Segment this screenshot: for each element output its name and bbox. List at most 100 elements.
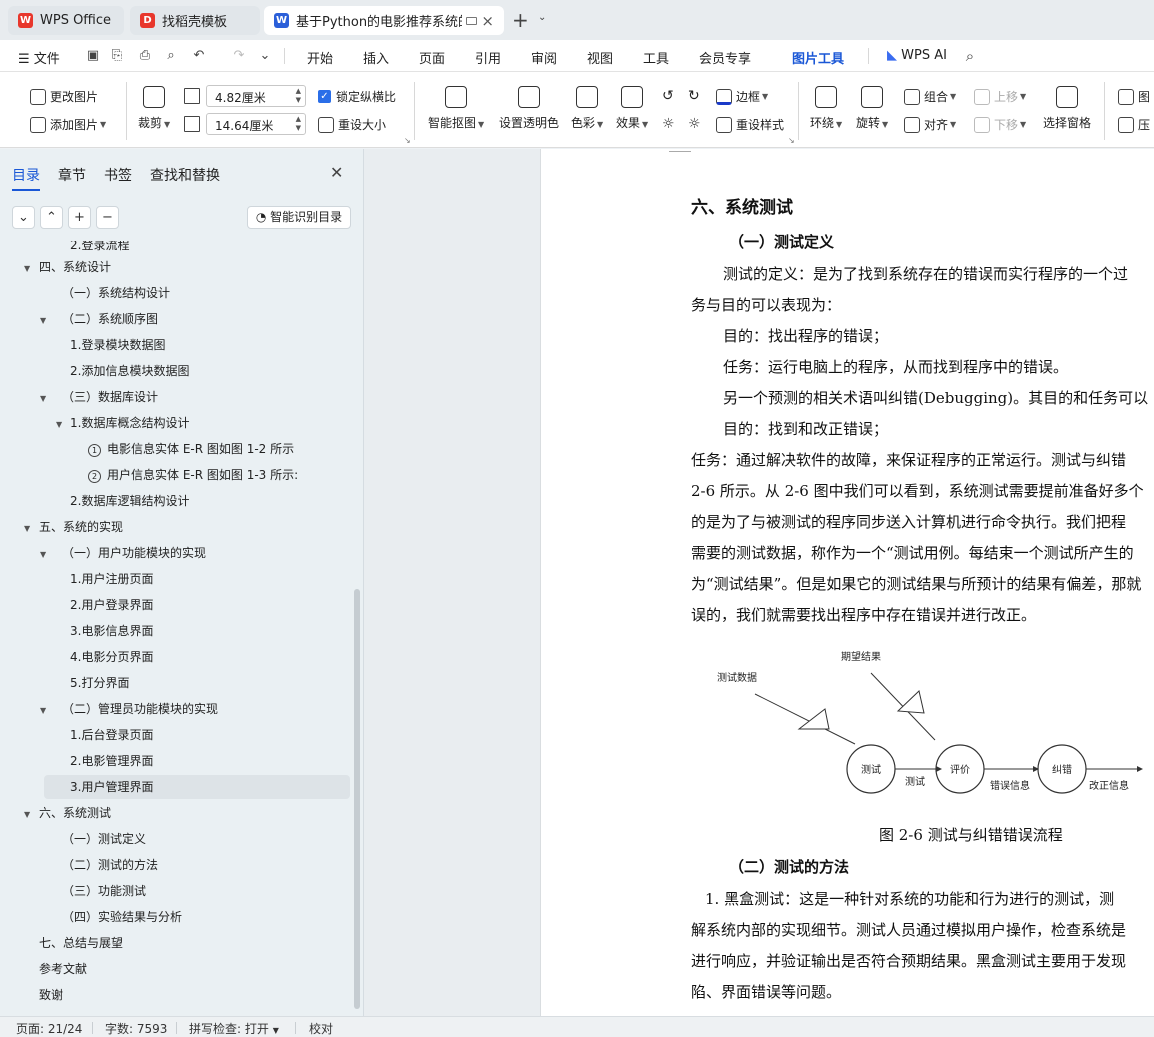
- crop-button[interactable]: 裁剪 ▼: [138, 86, 170, 131]
- print-preview-icon[interactable]: ⌕: [164, 49, 178, 63]
- move-down-button[interactable]: 下移 ▼: [974, 116, 1026, 133]
- compress-button[interactable]: 压: [1118, 116, 1150, 133]
- toc-scrollbar[interactable]: [354, 589, 360, 1009]
- toc-item[interactable]: 1.登录模块数据图: [70, 333, 165, 357]
- menu-review[interactable]: 审阅: [531, 48, 557, 67]
- rotate-button[interactable]: 旋转 ▼: [856, 86, 888, 131]
- toc-item[interactable]: ▼ 四、系统设计: [24, 255, 111, 279]
- word-count[interactable]: 字数: 7593: [105, 1020, 167, 1037]
- lock-ratio-checkbox[interactable]: ✓ 锁定纵横比: [318, 88, 396, 105]
- brightness-down-icon[interactable]: ☼: [688, 116, 701, 132]
- expand-corner-icon[interactable]: ↘: [404, 136, 411, 145]
- expand-triangle-icon[interactable]: ▼: [40, 387, 52, 411]
- picture-more-button[interactable]: 图: [1118, 88, 1150, 105]
- set-transparent-button[interactable]: 设置透明色: [499, 86, 559, 131]
- effect-button[interactable]: 效果 ▼: [616, 86, 648, 131]
- page-indicator[interactable]: 页面: 21/24: [16, 1020, 82, 1037]
- proofread-button[interactable]: 校对: [309, 1020, 333, 1037]
- tab-document[interactable]: W 基于Python的电影推荐系统的 ×: [264, 6, 504, 35]
- toc-item[interactable]: （四）实验结果与分析: [62, 905, 182, 929]
- smart-cutout-button[interactable]: 智能抠图 ▼: [428, 86, 484, 131]
- undo-icon[interactable]: ↶: [192, 49, 206, 63]
- toc-item[interactable]: （一）测试定义: [62, 827, 146, 851]
- menu-tools[interactable]: 工具: [643, 48, 669, 67]
- search-icon[interactable]: ⌕: [963, 49, 977, 64]
- expand-triangle-icon[interactable]: ▼: [24, 803, 36, 827]
- toc-item[interactable]: 2 用户信息实体 E-R 图如图 1-3 所示:: [88, 463, 298, 487]
- smart-toc-button[interactable]: ◔ 智能识别目录: [247, 206, 351, 229]
- add-level-icon[interactable]: +: [68, 206, 91, 229]
- expand-triangle-icon[interactable]: ▼: [40, 699, 52, 723]
- wps-ai-button[interactable]: ◣ WPS AI: [887, 48, 947, 63]
- stepper-icon[interactable]: ▲ ▼: [296, 115, 301, 133]
- toc-item[interactable]: 1.用户注册页面: [70, 567, 153, 591]
- stepper-icon[interactable]: ▲ ▼: [296, 87, 301, 105]
- expand-chevron-up-icon[interactable]: ⌃: [40, 206, 63, 229]
- tab-bookmark[interactable]: 书签: [104, 165, 132, 185]
- toc-item[interactable]: 2.添加信息模块数据图: [70, 359, 189, 383]
- toc-item[interactable]: 致谢: [39, 983, 63, 1007]
- spell-check-toggle[interactable]: 拼写检查: 打开 ▼: [189, 1020, 279, 1037]
- reset-size-button[interactable]: 重设大小: [318, 116, 386, 133]
- redo-icon[interactable]: ↷: [232, 49, 246, 63]
- toc-item[interactable]: 2.用户登录界面: [70, 593, 153, 617]
- tab-wps-office[interactable]: W WPS Office: [8, 6, 124, 35]
- tab-template[interactable]: D 找稻壳模板: [130, 6, 260, 35]
- new-tab-icon[interactable]: +: [512, 10, 529, 30]
- print-icon[interactable]: ⎙: [138, 49, 152, 63]
- expand-triangle-icon[interactable]: ▼: [40, 309, 52, 333]
- height-input[interactable]: 14.64厘米 ▲ ▼: [206, 113, 306, 135]
- remove-level-icon[interactable]: −: [96, 206, 119, 229]
- menu-view[interactable]: 视图: [587, 48, 613, 67]
- toc-item[interactable]: 5.打分界面: [70, 671, 129, 695]
- toc-item[interactable]: （二）测试的方法: [62, 853, 158, 877]
- toc-item[interactable]: 3.电影信息界面: [70, 619, 153, 643]
- toc-item[interactable]: ▼ （二）系统顺序图: [40, 307, 158, 331]
- document-canvas[interactable]: 六、系统测试 （一）测试定义 测试的定义：是为了找到系统存在的错误而实行程序的一…: [364, 149, 1154, 1016]
- collapse-chevron-down-icon[interactable]: ⌄: [12, 206, 35, 229]
- rotate-right-icon[interactable]: ↻: [688, 88, 700, 104]
- toc-item[interactable]: 4.电影分页界面: [70, 645, 153, 669]
- expand-triangle-icon[interactable]: ▼: [40, 543, 52, 567]
- toc-item[interactable]: 参考文献: [39, 957, 87, 981]
- menu-page[interactable]: 页面: [419, 48, 445, 67]
- color-button[interactable]: 色彩 ▼: [571, 86, 603, 131]
- width-input[interactable]: 4.82厘米 ▲ ▼: [206, 85, 306, 107]
- move-up-button[interactable]: 上移 ▼: [974, 88, 1026, 105]
- brightness-up-icon[interactable]: ☼: [662, 116, 675, 132]
- menu-insert[interactable]: 插入: [363, 48, 389, 67]
- file-menu[interactable]: ☰ 文件: [18, 48, 60, 67]
- chevron-down-icon[interactable]: ⌄: [538, 12, 546, 23]
- toc-item[interactable]: ▼ （二）管理员功能模块的实现: [40, 697, 218, 721]
- expand-triangle-icon[interactable]: ▼: [56, 413, 68, 437]
- toc-item[interactable]: 七、总结与展望: [39, 931, 123, 955]
- expand-corner-icon[interactable]: ↘: [788, 136, 795, 145]
- toc-item[interactable]: 2.电影管理界面: [70, 749, 153, 773]
- toc-item[interactable]: 1.后台登录页面: [70, 723, 153, 747]
- group-button[interactable]: 组合 ▼: [904, 88, 956, 105]
- toc-item[interactable]: ▼ （一）用户功能模块的实现: [40, 541, 206, 565]
- more-chevron-icon[interactable]: ⌄: [258, 49, 272, 63]
- menu-member[interactable]: 会员专享: [699, 48, 751, 67]
- save-icon[interactable]: ▣: [86, 49, 100, 63]
- toc-item[interactable]: ▼ 六、系统测试: [24, 801, 111, 825]
- align-button[interactable]: 对齐 ▼: [904, 116, 956, 133]
- toc-item[interactable]: ▼ （三）数据库设计: [40, 385, 158, 409]
- menu-picture-tools[interactable]: 图片工具: [792, 48, 845, 74]
- wrap-button[interactable]: 环绕 ▼: [810, 86, 842, 131]
- change-picture-button[interactable]: 更改图片: [30, 88, 98, 105]
- toc-item[interactable]: ▼ 五、系统的实现: [24, 515, 123, 539]
- toc-item[interactable]: 1 电影信息实体 E-R 图如图 1-2 所示: [88, 437, 294, 461]
- toc-item[interactable]: （一）系统结构设计: [62, 281, 170, 305]
- reset-style-button[interactable]: 重设样式: [716, 116, 784, 133]
- document-page[interactable]: 六、系统测试 （一）测试定义 测试的定义：是为了找到系统存在的错误而实行程序的一…: [540, 149, 1154, 1016]
- rotate-left-icon[interactable]: ↺: [662, 88, 674, 104]
- close-tab-icon[interactable]: ×: [481, 12, 494, 30]
- toc-item[interactable]: （三）功能测试: [62, 879, 146, 903]
- menu-reference[interactable]: 引用: [475, 48, 501, 67]
- export-icon[interactable]: ⎘: [110, 49, 124, 63]
- test-debug-flow-figure[interactable]: 测试数据 期望结果 测试 评价 纠错 测试 错误信息 改正信息: [691, 639, 1154, 809]
- add-picture-button[interactable]: 添加图片 ▼: [30, 116, 106, 133]
- toc-item[interactable]: ▼ 1.数据库概念结构设计: [56, 411, 189, 435]
- tab-chapter[interactable]: 章节: [58, 165, 86, 185]
